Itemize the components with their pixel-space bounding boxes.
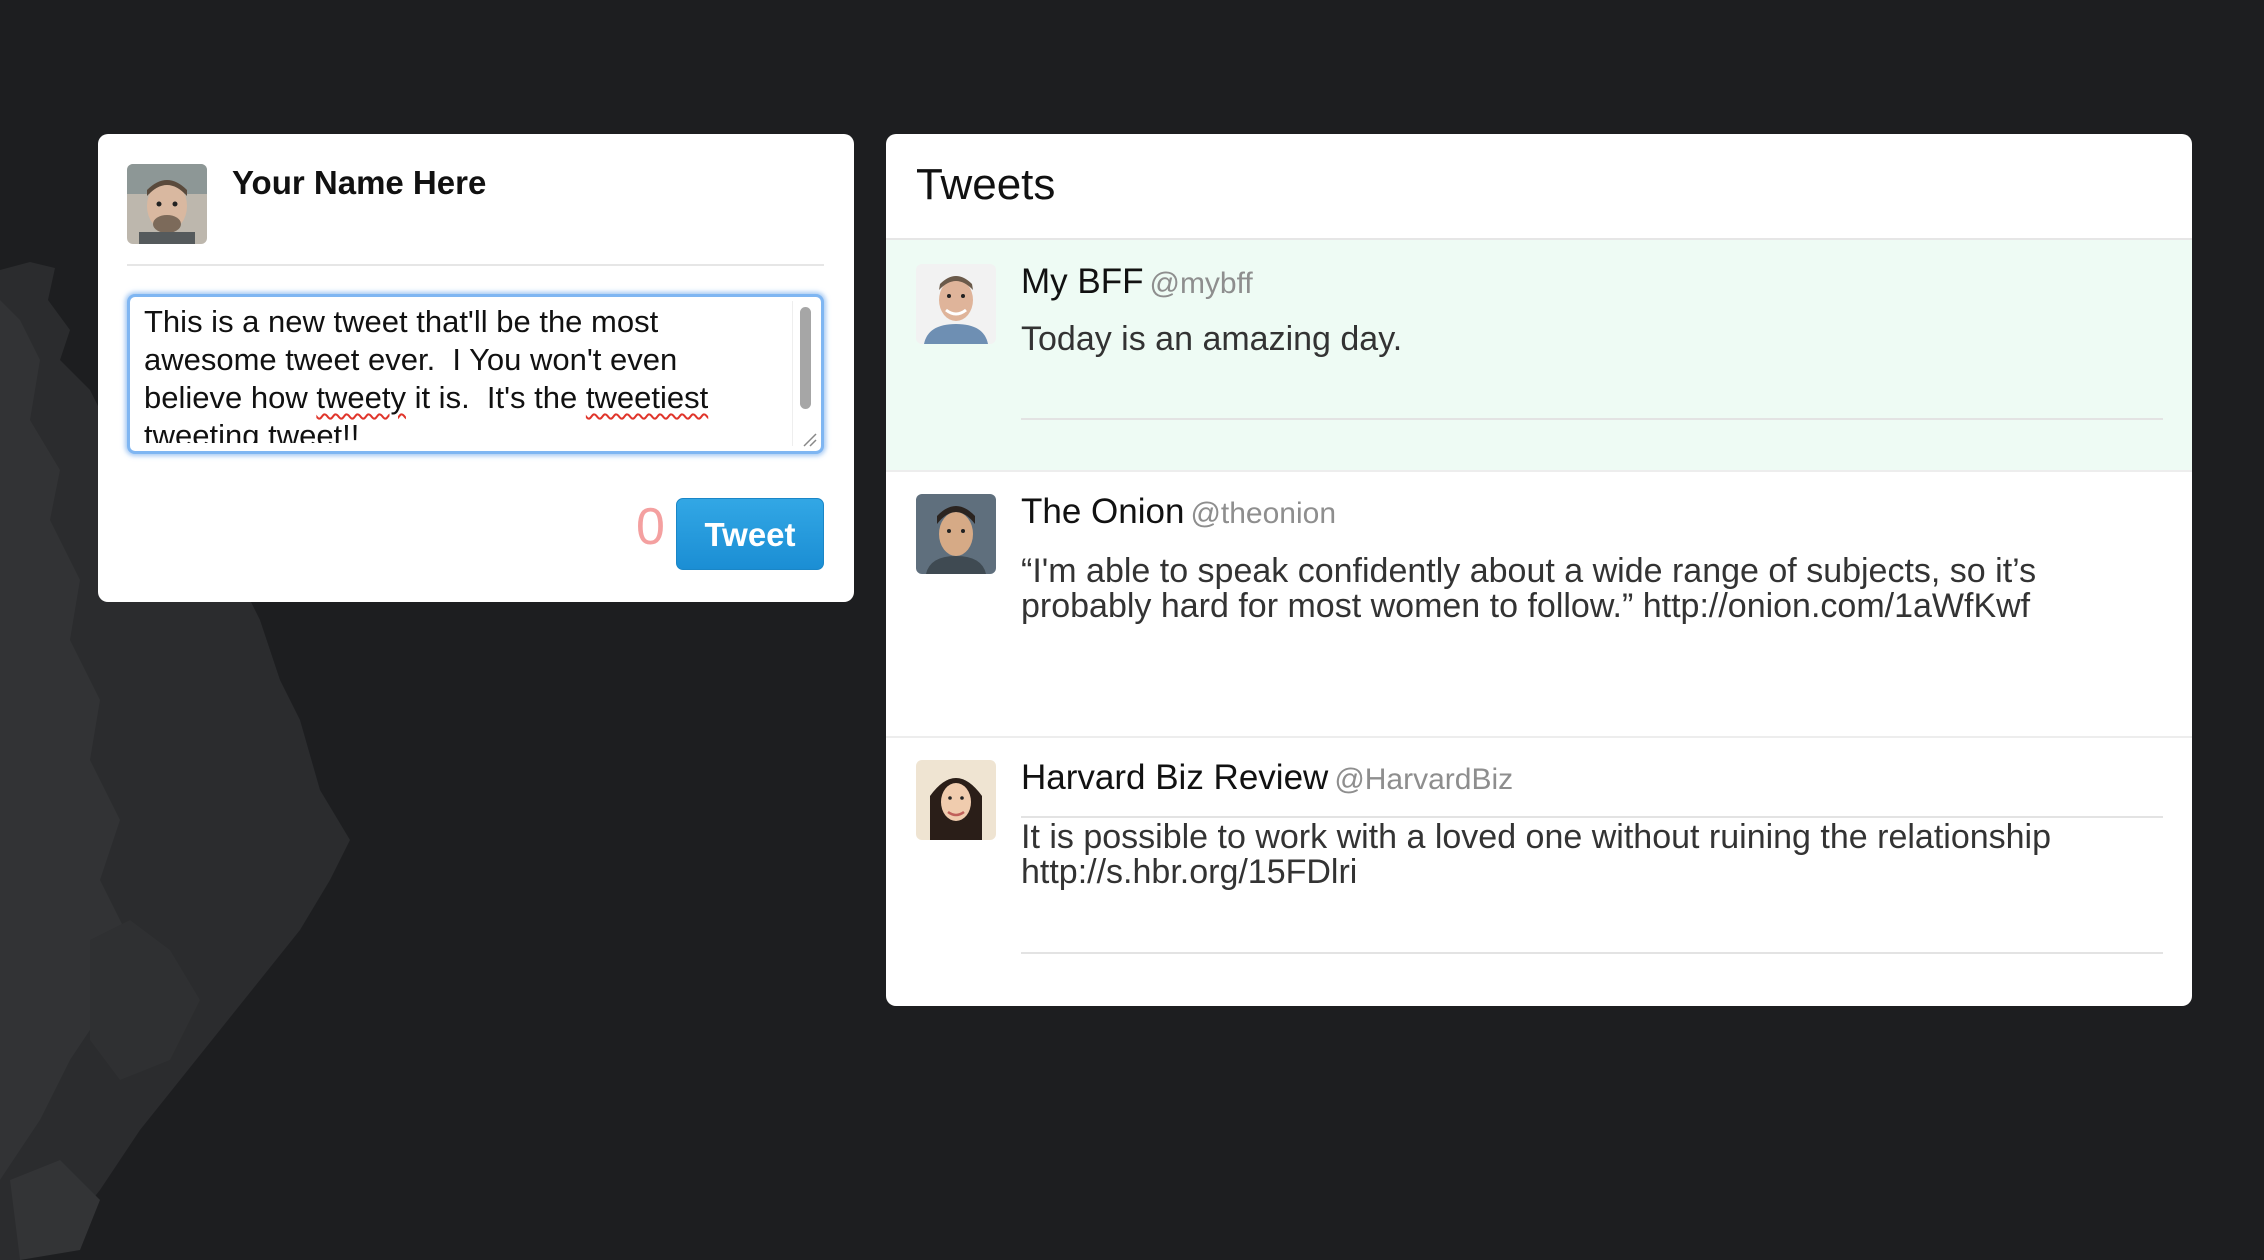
- tweet-textarea-content[interactable]: This is a new tweet that'll be the most …: [144, 303, 774, 443]
- tweet-text-line: “I'm able to speak confidently about a w…: [1021, 552, 2037, 590]
- tweets-panel: Tweets My BFF @mybff Today is an amazing …: [886, 134, 2192, 1006]
- tweet-text: “I'm able to speak confidently about a w…: [1021, 554, 2161, 624]
- misspelled-word: tweety: [316, 380, 406, 415]
- tweet-author-name[interactable]: Harvard Biz Review: [1021, 758, 1328, 797]
- tweet-text-line: probably hard for most women to follow.”…: [1021, 587, 2031, 625]
- textarea-scrollbar[interactable]: [792, 301, 817, 446]
- tweet-author-name[interactable]: My BFF: [1021, 262, 1143, 301]
- tweet-avatar[interactable]: [916, 760, 996, 840]
- resize-grip-icon[interactable]: [801, 431, 817, 447]
- textarea-line: believe how: [144, 380, 317, 415]
- textarea-line: awesome tweet ever. I You won't even: [144, 342, 678, 377]
- tweet-text-line: http://s.hbr.org/15FDlri: [1021, 853, 1358, 891]
- textarea-line: tweeting tweet!!: [144, 418, 360, 443]
- tweet-author-avatar-icon: [916, 264, 996, 344]
- tweet-item[interactable]: My BFF @mybff Today is an amazing day.: [886, 240, 2192, 472]
- character-count: 0: [636, 498, 665, 556]
- tweet-text: It is possible to work with a loved one …: [1021, 820, 2161, 890]
- tweet-avatar[interactable]: [916, 264, 996, 344]
- tweet-textarea[interactable]: This is a new tweet that'll be the most …: [127, 294, 824, 454]
- compose-panel: Your Name Here This is a new tweet that'…: [98, 134, 854, 602]
- compose-divider: [127, 264, 824, 266]
- tweet-button[interactable]: Tweet: [676, 498, 824, 570]
- tweet-author-handle[interactable]: @HarvardBiz: [1334, 763, 1513, 796]
- tweet-author-handle[interactable]: @theonion: [1190, 497, 1336, 530]
- tweet-author-handle[interactable]: @mybff: [1149, 267, 1252, 300]
- tweet-author[interactable]: Harvard Biz Review @HarvardBiz: [1021, 758, 1513, 798]
- misspelled-word: tweetiest: [585, 380, 709, 415]
- tweet-text: Today is an amazing day.: [1021, 322, 2161, 357]
- tweet-author-avatar-icon: [916, 760, 996, 840]
- tweet-rule: [1021, 418, 2163, 420]
- textarea-line: This is a new tweet that'll be the most: [144, 304, 659, 339]
- tweet-author[interactable]: My BFF @mybff: [1021, 262, 1253, 302]
- tweet-author-name[interactable]: The Onion: [1021, 492, 1184, 531]
- user-avatar-icon: [127, 164, 207, 244]
- user-avatar[interactable]: [127, 164, 207, 244]
- tweet-text-line: Today is an amazing day.: [1021, 320, 1403, 358]
- textarea-line: it is. It's the: [405, 380, 586, 415]
- tweet-rule: [1021, 952, 2163, 954]
- tweet-item[interactable]: The Onion @theonion “I'm able to speak co…: [886, 472, 2192, 818]
- tweet-author-avatar-icon: [916, 494, 996, 574]
- compose-user-name: Your Name Here: [232, 164, 487, 201]
- tweet-item[interactable]: Harvard Biz Review @HarvardBiz It is poss…: [886, 738, 2192, 1006]
- scrollbar-thumb[interactable]: [800, 307, 811, 409]
- tweet-author[interactable]: The Onion @theonion: [1021, 492, 1336, 532]
- tweet-avatar[interactable]: [916, 494, 996, 574]
- tweets-title: Tweets: [916, 160, 1056, 209]
- tweet-text-line: It is possible to work with a loved one …: [1021, 818, 2052, 856]
